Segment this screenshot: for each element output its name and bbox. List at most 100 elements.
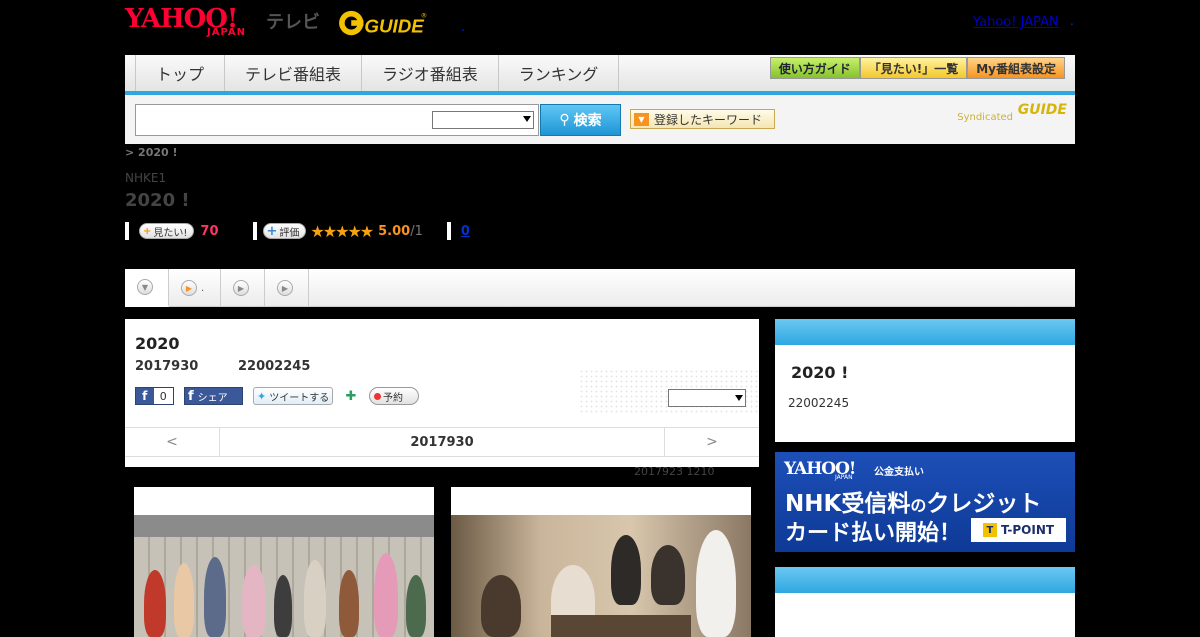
rating-value: 5.00 (378, 223, 411, 239)
rating-count: /1 (410, 223, 423, 239)
program-image-card[interactable] (451, 487, 751, 637)
facebook-like-button[interactable]: f 0 (135, 387, 174, 405)
tab-second[interactable]: ▶ . (169, 269, 221, 307)
nav-tab-top[interactable]: トップ (135, 55, 226, 91)
tpoint-badge: T T-POINT (971, 518, 1066, 542)
divider (125, 222, 129, 240)
facebook-share-button[interactable]: f シェア (184, 387, 243, 405)
want-button[interactable]: + 見たい! (139, 223, 195, 239)
date-pager: < 2017930 > (125, 427, 759, 457)
play-icon: ▶ (181, 280, 197, 296)
play-icon: ▶ (233, 280, 249, 296)
program-photo (451, 515, 751, 637)
tab-second-label: . (201, 282, 205, 294)
broadcast-time: 22002245 (238, 359, 311, 374)
program-detail-title: 2020 (135, 334, 180, 353)
japan-logo-text: JAPAN (207, 27, 246, 38)
search-bar: ⚲ 検索 ▼ 登録したキーワード Syndicated GUIDE (125, 95, 1075, 144)
want-label: 見たい! (153, 227, 188, 239)
play-icon: ▶ (277, 280, 293, 296)
banner-headline-a: NHK受信料 (785, 491, 911, 517)
tweet-button[interactable]: ✦ ツイートする (253, 387, 333, 405)
registered-keywords-button[interactable]: ▼ 登録したキーワード (630, 109, 775, 129)
divider (446, 222, 451, 240)
want-count: 70 (200, 223, 219, 239)
divider (252, 222, 257, 240)
sidebar-header (775, 319, 1075, 345)
banner-payment-label: 公金支払い (874, 467, 924, 478)
tv-label[interactable]: テレビ (266, 8, 320, 34)
my-listings-settings-button[interactable]: My番組表設定 (967, 57, 1065, 79)
banner-japan-text: JAPAN (835, 474, 853, 481)
sidebar-header (775, 567, 1075, 593)
banner-headline: NHK受信料のクレジット (785, 484, 1041, 518)
star-rating-icon: ★★★★★ (310, 221, 374, 241)
add-calendar-icon[interactable]: ✚ (343, 388, 359, 404)
usage-guide-button[interactable]: 使い方ガイド (769, 57, 860, 79)
previous-day-button[interactable]: < (125, 428, 220, 456)
tab-program-info[interactable]: ▼ (125, 269, 169, 307)
search-button-label: 検索 (573, 113, 602, 129)
facebook-share-label: シェア (197, 392, 228, 404)
nav-tab-ranking[interactable]: ランキング (499, 55, 620, 91)
registered-keywords-label: 登録したキーワード (654, 112, 763, 127)
reserve-label: 予約 (383, 392, 403, 404)
banner-headline-b: の (910, 496, 927, 515)
tab-third[interactable]: ▶ (221, 269, 265, 307)
rate-button[interactable]: + 評価 (262, 223, 307, 239)
banner-headline-c: クレジット (926, 491, 1042, 517)
syndicated-gguide-logo: GUIDE (1017, 102, 1067, 118)
main-nav: トップ テレビ番組表 ラジオ番組表 ランキング 使い方ガイド 「見たい!」一覧 … (125, 55, 1075, 95)
gguide-logo[interactable]: GUIDE ® (335, 8, 435, 38)
tweet-label: ツイートする (269, 392, 330, 404)
nav-tab-tv-listings[interactable]: テレビ番組表 (225, 55, 363, 91)
broadcast-date: 2017930 (135, 359, 199, 374)
yahoo-japan-link[interactable]: Yahoo! JAPAN (973, 15, 1059, 30)
action-select[interactable] (668, 389, 746, 407)
nhk-payment-banner[interactable]: YAHOO! JAPAN 公金支払い NHK受信料のクレジット カード払い開始！… (775, 452, 1075, 552)
tab-fourth[interactable]: ▶ (265, 269, 309, 307)
chevron-down-icon: ▼ (137, 279, 153, 295)
program-detail-panel: 2020 2017930 22002245 f 0 f シェア ✦ ツイートする… (125, 319, 759, 467)
comment-count-link[interactable]: 0 (461, 224, 470, 239)
plus-icon: + (266, 223, 278, 239)
content-tab-strip: ▼ ▶ . ▶ ▶ (125, 269, 1075, 307)
facebook-like-count: 0 (153, 388, 173, 404)
twitter-bird-icon: ✦ (257, 389, 267, 403)
want-list-button[interactable]: 「見たい!」一覧 (859, 57, 968, 79)
last-updated: 2017923 1210 (634, 465, 715, 478)
header-dot-right: . (1070, 14, 1074, 28)
search-button[interactable]: ⚲ 検索 (540, 104, 621, 136)
chevron-down-icon (523, 116, 531, 122)
pager-date: 2017930 (410, 434, 474, 450)
sidebar-program-title: 2020 ! (791, 363, 849, 382)
nav-tab-radio-listings[interactable]: ラジオ番組表 (362, 55, 499, 91)
svg-text:GUIDE: GUIDE (364, 15, 424, 36)
record-icon (374, 392, 381, 400)
chevron-down-icon (735, 395, 743, 401)
sidebar-program-box: 2020 ! 22002245 (775, 319, 1075, 442)
facebook-icon: f (188, 388, 194, 404)
program-photo (134, 515, 434, 637)
breadcrumb[interactable]: > 2020 ! (125, 146, 178, 159)
channel-name: NHKE1 (125, 171, 167, 185)
search-icon: ⚲ (559, 112, 570, 128)
program-title: 2020 ! (125, 190, 190, 211)
program-image-card[interactable] (134, 487, 434, 637)
social-buttons: f 0 f シェア ✦ ツイートする ✚ 予約 (135, 387, 419, 405)
sidebar-box-2 (775, 567, 1075, 637)
program-stats: + 見たい! 70 + 評価 ★★★★★ 5.00 /1 0 (125, 221, 470, 241)
facebook-icon: f (142, 389, 148, 403)
plus-icon: + (143, 225, 152, 237)
tpoint-icon: T (982, 523, 997, 537)
reserve-button[interactable]: 予約 (369, 387, 419, 405)
rate-label: 評価 (279, 227, 300, 239)
next-day-button[interactable]: > (664, 428, 759, 456)
search-category-select[interactable] (432, 111, 534, 129)
sidebar-program-time: 22002245 (788, 396, 850, 410)
header-dot: . (461, 20, 465, 34)
banner-subheadline: カード払い開始！ (785, 521, 962, 546)
syndicated-label: Syndicated (957, 112, 1013, 123)
svg-text:®: ® (421, 11, 428, 19)
triangle-down-icon: ▼ (634, 112, 649, 126)
